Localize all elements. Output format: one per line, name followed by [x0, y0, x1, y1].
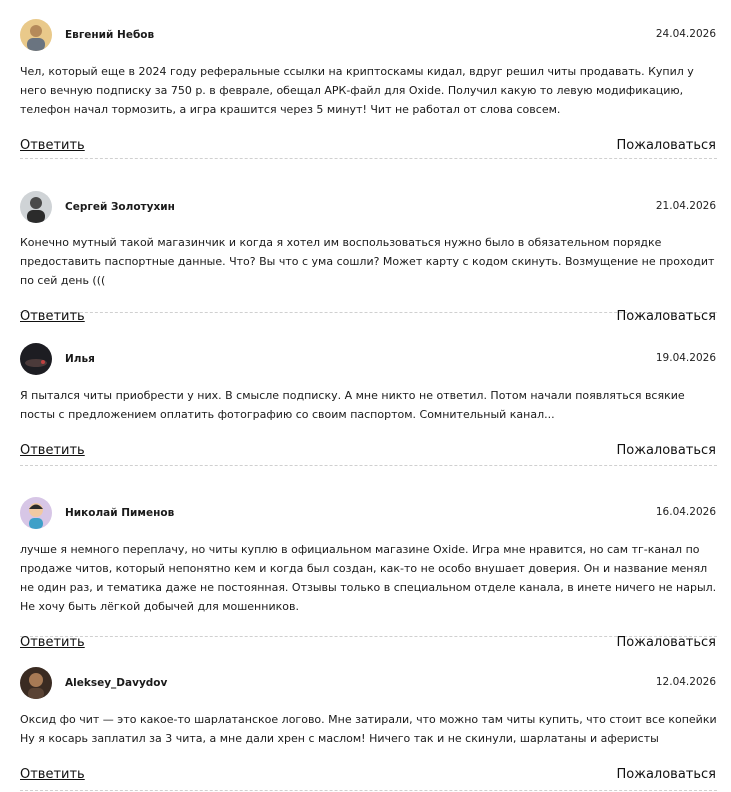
- comment-item: Aleksey_Davydov 12.04.2026 Оксид фо чит …: [20, 637, 717, 791]
- avatar[interactable]: [20, 191, 52, 223]
- comment-author[interactable]: Николай Пименов: [65, 507, 174, 519]
- comment-text: Я пытался читы приобрести у них. В смысл…: [20, 389, 685, 421]
- avatar[interactable]: [20, 19, 52, 51]
- comment-author[interactable]: Евгений Небов: [65, 29, 154, 41]
- comment-item: Евгений Небов 24.04.2026 Чел, который ещ…: [20, 0, 717, 159]
- reply-link[interactable]: Ответить: [20, 767, 85, 782]
- comment-date: 19.04.2026: [655, 352, 716, 364]
- comment-header: Николай Пименов 16.04.2026: [20, 495, 717, 531]
- comment-text: Оксид фо чит — это какое-то шарлатанское…: [20, 713, 717, 745]
- comment-text: Чел, который еще в 2024 году реферальные…: [20, 65, 694, 116]
- reply-link[interactable]: Ответить: [20, 443, 85, 458]
- comment-date: 24.04.2026: [655, 28, 716, 40]
- comment-date: 12.04.2026: [655, 676, 716, 688]
- comment-text: Конечно мутный такой магазинчик и когда …: [20, 236, 715, 287]
- comment-text: лучше я немного переплачу, но читы куплю…: [20, 543, 717, 613]
- avatar[interactable]: [20, 497, 52, 529]
- report-link[interactable]: Пожаловаться: [617, 138, 717, 153]
- comment-author[interactable]: Сергей Золотухин: [65, 201, 175, 213]
- comment-actions: Ответить Пожаловаться: [20, 443, 717, 463]
- comment-date: 16.04.2026: [655, 506, 716, 518]
- avatar[interactable]: [20, 343, 52, 375]
- reply-link[interactable]: Ответить: [20, 138, 85, 153]
- comment-author[interactable]: Aleksey_Davydov: [65, 677, 167, 689]
- comment-header: Aleksey_Davydov 12.04.2026: [20, 665, 717, 701]
- comment-item: Сергей Золотухин 21.04.2026 Конечно мутн…: [20, 159, 717, 324]
- comment-header: Илья 19.04.2026: [20, 341, 717, 377]
- comment-item: Илья 19.04.2026 Я пытался читы приобрест…: [20, 313, 717, 466]
- comment-actions: Ответить Пожаловаться: [20, 767, 717, 787]
- comment-date: 21.04.2026: [655, 200, 716, 212]
- comments-list: Евгений Небов 24.04.2026 Чел, который ещ…: [20, 0, 717, 791]
- comment-item: Николай Пименов 16.04.2026 лучше я немно…: [20, 466, 717, 650]
- comment-header: Евгений Небов 24.04.2026: [20, 17, 717, 53]
- report-link[interactable]: Пожаловаться: [617, 443, 717, 458]
- comment-header: Сергей Золотухин 21.04.2026: [20, 189, 717, 225]
- avatar[interactable]: [20, 667, 52, 699]
- comment-author[interactable]: Илья: [65, 353, 95, 365]
- comment-actions: Ответить Пожаловаться: [20, 138, 717, 158]
- report-link[interactable]: Пожаловаться: [617, 767, 717, 782]
